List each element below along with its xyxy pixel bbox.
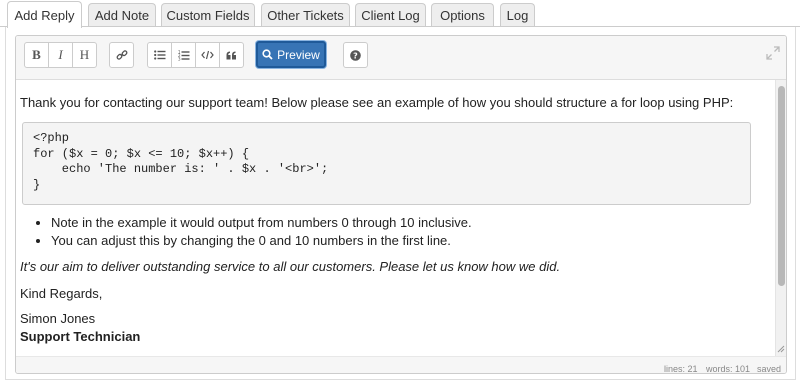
code-line: } [33,177,41,192]
numbered-list-button[interactable]: 1 2 3 [171,42,196,68]
editor-toolbar: B I H 1 2 3 Preview ? [16,36,786,80]
save-status: saved [757,364,782,374]
svg-text:?: ? [353,51,358,60]
signature-title: Support Technician [20,329,141,344]
tab-log[interactable]: Log [500,3,535,27]
list-item: You can adjust this by changing the 0 an… [51,232,775,250]
link-button[interactable] [109,42,134,68]
resize-grip-icon [777,345,785,353]
tab-add-reply[interactable]: Add Reply [7,1,82,28]
preview-label: Preview [277,47,320,62]
quote-button[interactable] [219,42,244,68]
line-count: lines: 21 [664,364,698,374]
heading-button[interactable]: H [72,42,97,68]
reply-tabs: Add Reply Add Note Custom Fields Other T… [0,0,800,28]
code-icon [201,50,214,60]
resize-handle[interactable] [776,344,786,354]
editor-statusbar: lines: 21 words: 101 saved [16,356,786,374]
quote-icon [226,51,236,59]
tab-add-note[interactable]: Add Note [88,3,156,27]
code-button[interactable] [195,42,220,68]
bold-button[interactable]: B [24,42,49,68]
word-count: words: 101 [706,364,751,374]
fullscreen-button[interactable] [766,46,780,60]
italic-button[interactable]: I [48,42,73,68]
editor-scrollbar[interactable] [775,80,786,356]
tab-options[interactable]: Options [431,3,494,27]
tab-custom-fields[interactable]: Custom Fields [161,3,255,27]
code-line: <?php [33,131,70,145]
bulleted-list-icon [153,50,165,60]
help-button[interactable]: ? [343,42,368,68]
code-block: <?php for ($x = 0; $x <= 10; $x++) { ech… [22,122,751,205]
intro-text: Thank you for contacting our support tea… [20,95,734,110]
tab-client-log[interactable]: Client Log [355,3,426,27]
search-icon [262,49,273,60]
scrollbar-thumb[interactable] [778,86,785,286]
code-line: for ($x = 0; $x <= 10; $x++) { [33,146,250,161]
tab-other-tickets[interactable]: Other Tickets [261,3,350,27]
link-icon [116,50,127,60]
editor-content[interactable]: Thank you for contacting our support tea… [16,80,775,356]
svg-text:3: 3 [178,56,181,61]
signature-name: Simon Jones [20,311,96,326]
markdown-editor: B I H 1 2 3 Preview ? Thank you for cont… [15,35,787,374]
expand-icon [766,46,780,60]
numbered-list-icon: 1 2 3 [178,50,189,61]
preview-button[interactable]: Preview [256,41,326,68]
italic-note: It's our aim to deliver outstanding serv… [20,259,561,274]
list-item: Note in the example it would output from… [51,214,775,232]
bulleted-list-button[interactable] [147,42,172,68]
bullet-list: Note in the example it would output from… [51,214,775,250]
code-line: echo 'The number is: ' . $x . '<br>'; [33,162,329,176]
reply-panel: B I H 1 2 3 Preview ? Thank you for cont… [5,27,796,380]
closing-text: Kind Regards, [20,286,103,301]
help-icon: ? [350,49,361,61]
